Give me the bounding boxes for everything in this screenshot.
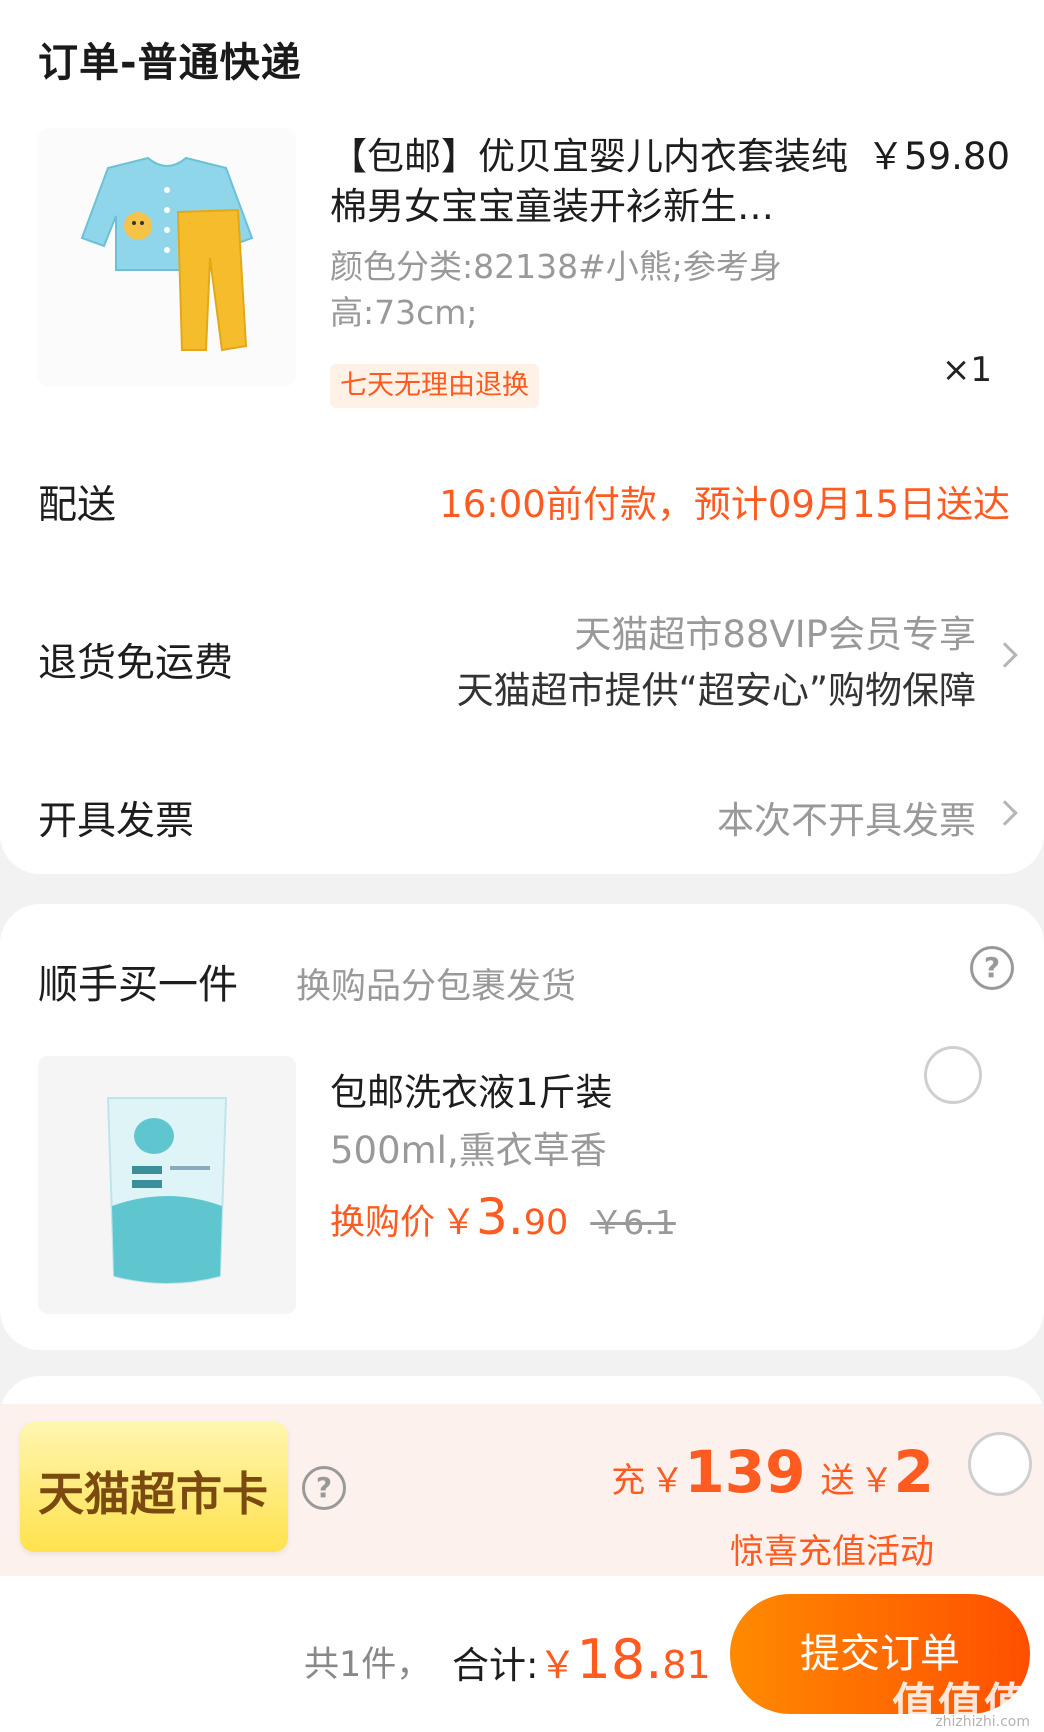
- watermark-url: zhizhizhi.com: [935, 1714, 1030, 1730]
- delivery-label: 配送: [38, 483, 117, 528]
- addon-original-price: ￥6.1: [590, 1203, 676, 1242]
- addon-item-spec: 500ml,熏衣草香: [330, 1129, 607, 1172]
- total-int: 18.: [576, 1628, 663, 1691]
- recharge-label: 充: [611, 1461, 646, 1501]
- recharge-amount: 139: [684, 1438, 806, 1506]
- tmall-card-badge-text: 天猫超市卡: [38, 1467, 268, 1521]
- addon-price-label: 换购价: [330, 1203, 436, 1243]
- addon-card: 顺手买一件 换购品分包裹发货 ? 包邮洗衣液1斤装 500ml,熏衣草香 换购价…: [0, 904, 1044, 1350]
- product-spec: 颜色分类:82138#小熊;参考身高:73cm;: [330, 247, 782, 332]
- addon-select-radio[interactable]: [924, 1046, 982, 1104]
- help-icon[interactable]: ?: [970, 946, 1014, 990]
- item-count: 共1件，: [304, 1645, 432, 1685]
- detergent-image: [106, 1097, 228, 1284]
- product-quantity: ×1: [941, 350, 992, 390]
- return-fee-line1[interactable]: 天猫超市88VIP会员专享: [574, 604, 976, 658]
- return-policy-tag: 七天无理由退换: [330, 364, 539, 408]
- invoice-value[interactable]: 本次不开具发票: [717, 790, 976, 844]
- baby-clothes-image: [80, 156, 254, 352]
- invoice-label: 开具发票: [38, 799, 195, 844]
- bonus-label: 送: [820, 1461, 855, 1501]
- bonus-yen: ￥: [859, 1461, 894, 1501]
- product-price: ￥59.80: [867, 135, 1010, 178]
- addon-price-int: 3.: [476, 1188, 524, 1246]
- tmall-card-section: 天猫超市卡 ? 充 ￥139 送 ￥2 惊喜充值活动: [0, 1376, 1044, 1576]
- tmall-card-radio[interactable]: [968, 1432, 1032, 1496]
- total-label: 合计:: [452, 1644, 539, 1687]
- return-fee-line2[interactable]: 天猫超市提供“超安心”购物保障: [457, 660, 976, 714]
- addon-price-yen: ￥: [441, 1203, 477, 1243]
- return-fee-label: 退货免运费: [38, 641, 234, 686]
- checkout-footer: 共1件， 合计:￥18.81 提交订单 值值值 zhizhizhi.com: [0, 1576, 1044, 1732]
- delivery-value: 16:00前付款，预计09月15日送达: [439, 483, 1010, 526]
- product-name[interactable]: 【包邮】优贝宜婴儿内衣套装纯棉男女宝宝童装开衫新生…: [330, 132, 870, 232]
- chevron-right-icon[interactable]: [992, 642, 1018, 668]
- addon-subtitle: 换购品分包裹发货: [296, 967, 577, 1007]
- addon-item-price: 换购价 ￥3.90 ￥6.1: [330, 1188, 676, 1246]
- product-thumbnail[interactable]: [38, 128, 296, 386]
- bonus-amount: 2: [893, 1438, 934, 1506]
- chevron-right-icon[interactable]: [992, 800, 1018, 826]
- order-total: 合计:￥18.81: [452, 1628, 711, 1691]
- order-card: 订单-普通快递 【包邮】优贝宜婴儿内衣套装纯棉男女宝宝童装开衫新生… ￥59.8…: [0, 0, 1044, 874]
- total-yen: ￥: [538, 1643, 577, 1687]
- recharge-offer: 充 ￥139 送 ￥2: [611, 1438, 934, 1506]
- addon-item-name[interactable]: 包邮洗衣液1斤装: [330, 1062, 613, 1116]
- addon-title: 顺手买一件: [38, 962, 238, 1008]
- help-icon[interactable]: ?: [302, 1466, 346, 1510]
- order-title: 订单-普通快递: [38, 40, 302, 86]
- tmall-card-badge: 天猫超市卡: [20, 1422, 288, 1552]
- addon-price-dec: 90: [523, 1203, 569, 1243]
- total-dec: 81: [662, 1643, 711, 1687]
- recharge-activity: 惊喜充值活动: [730, 1532, 934, 1572]
- addon-thumbnail[interactable]: [38, 1056, 296, 1314]
- recharge-yen: ￥: [650, 1461, 685, 1501]
